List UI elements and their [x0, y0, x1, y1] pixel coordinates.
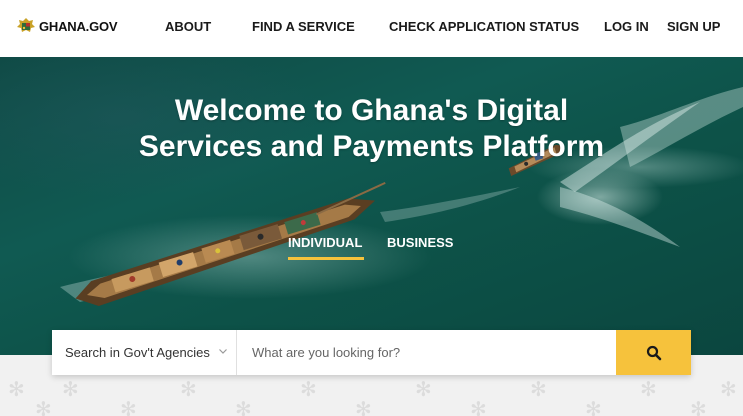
- search-button[interactable]: [616, 330, 691, 375]
- nav-log-in[interactable]: LOG IN: [604, 19, 649, 34]
- active-tab-indicator: [288, 257, 364, 260]
- pattern-star-icon: ✻: [470, 397, 487, 416]
- pattern-star-icon: ✻: [720, 377, 737, 401]
- pattern-star-icon: ✻: [35, 397, 52, 416]
- pattern-star-icon: ✻: [355, 397, 372, 416]
- pattern-star-icon: ✻: [180, 377, 197, 401]
- agency-select-label: Search in Gov't Agencies: [65, 345, 210, 360]
- hero-title: Welcome to Ghana's Digital Services and …: [138, 94, 605, 163]
- nav-sign-up[interactable]: SIGN UP: [667, 19, 720, 34]
- pattern-star-icon: ✻: [8, 377, 25, 401]
- search-input[interactable]: [237, 330, 616, 375]
- tab-individual[interactable]: INDIVIDUAL: [288, 235, 362, 250]
- pattern-star-icon: ✻: [585, 397, 602, 416]
- search-icon: [646, 345, 661, 360]
- pattern-star-icon: ✻: [235, 397, 252, 416]
- pattern-star-icon: ✻: [415, 377, 432, 401]
- ghana-gov-logo[interactable]: GHANA.GOV: [16, 17, 118, 35]
- nav-check-application-status[interactable]: CHECK APPLICATION STATUS: [389, 19, 579, 34]
- pattern-star-icon: ✻: [300, 377, 317, 401]
- agency-select-dropdown[interactable]: Search in Gov't Agencies: [52, 330, 237, 375]
- logo-text: GHANA.GOV: [39, 18, 118, 34]
- hero-banner: Welcome to Ghana's Digital Services and …: [0, 57, 743, 355]
- nav-find-a-service[interactable]: FIND A SERVICE: [252, 19, 355, 34]
- tab-business[interactable]: BUSINESS: [387, 235, 453, 250]
- nav-about[interactable]: ABOUT: [165, 19, 211, 34]
- pattern-star-icon: ✻: [640, 377, 657, 401]
- pattern-star-icon: ✻: [690, 397, 707, 416]
- ghana-coat-of-arms-icon: [17, 18, 35, 32]
- pattern-star-icon: ✻: [62, 377, 79, 401]
- chevron-down-icon: [219, 349, 227, 354]
- pattern-star-icon: ✻: [530, 377, 547, 401]
- top-navbar: GHANA.GOV ABOUT FIND A SERVICE CHECK APP…: [0, 0, 743, 57]
- pattern-star-icon: ✻: [120, 397, 137, 416]
- search-bar: Search in Gov't Agencies: [52, 330, 691, 375]
